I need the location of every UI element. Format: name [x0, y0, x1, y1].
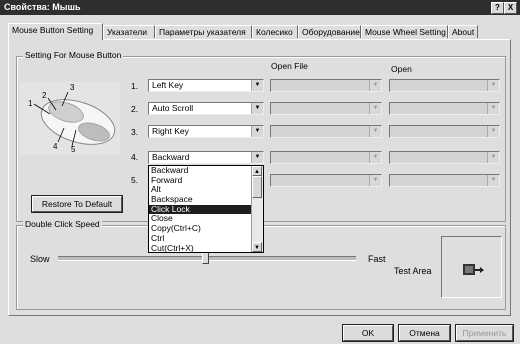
dropdown-arrow-icon[interactable]: ▼	[251, 152, 263, 163]
dropdown-option[interactable]: Backspace	[149, 195, 252, 205]
tab-wheel[interactable]: Колесико	[252, 25, 298, 38]
button-4-action-select[interactable]: Backward ▼	[148, 151, 264, 164]
callout-1: 1	[28, 99, 33, 108]
open-header: Open	[391, 64, 412, 74]
dropdown-arrow-icon[interactable]: ▼	[369, 126, 381, 137]
dropdown-arrow-icon[interactable]: ▼	[487, 80, 499, 91]
close-button[interactable]: X	[504, 2, 517, 14]
window-title: Свойства: Мышь	[4, 2, 81, 12]
dropdown-option[interactable]: Alt	[149, 185, 252, 195]
tab-pointer-options[interactable]: Параметры указателя	[155, 25, 252, 38]
button-1-open-file-select[interactable]: ▼	[270, 79, 382, 92]
dropdown-arrow-icon[interactable]: ▼	[487, 103, 499, 114]
select-value: Auto Scroll	[152, 103, 194, 113]
dropdown-items: Backward Forward Alt Backspace Click Lock Clo…	[149, 166, 252, 253]
row-number: 1.	[131, 81, 139, 91]
dropdown-option[interactable]: Cut(Ctrl+X)	[149, 244, 252, 254]
callout-3: 3	[70, 83, 75, 92]
dropdown-arrow-icon[interactable]: ▼	[251, 126, 263, 137]
mouse-diagram	[20, 82, 120, 155]
mouse-properties-window: Свойства: Мышь ? X Mouse Button Setting …	[0, 0, 520, 344]
jack-in-box-icon	[463, 264, 484, 275]
help-button[interactable]: ?	[491, 2, 504, 14]
button-5-open-select[interactable]: ▼	[389, 174, 500, 187]
button-3-action-select[interactable]: Right Key ▼	[148, 125, 264, 138]
scroll-thumb[interactable]	[252, 176, 262, 198]
dropdown-option[interactable]: Copy(Ctrl+C)	[149, 224, 252, 234]
dropdown-arrow-icon[interactable]: ▼	[251, 103, 263, 114]
button-2-open-select[interactable]: ▼	[389, 102, 500, 115]
dropdown-option[interactable]: Forward	[149, 176, 252, 186]
fast-label: Fast	[368, 254, 386, 264]
button-1-action-select[interactable]: Left Key ▼	[148, 79, 264, 92]
dropdown-option[interactable]: Ctrl	[149, 234, 252, 244]
dropdown-arrow-icon[interactable]: ▼	[487, 152, 499, 163]
callout-4: 4	[53, 142, 58, 151]
dropdown-option[interactable]: Click Lock	[149, 204, 252, 215]
dropdown-option[interactable]: Close	[149, 214, 252, 224]
test-area[interactable]	[441, 236, 502, 298]
button-2-action-select[interactable]: Auto Scroll ▼	[148, 102, 264, 115]
scroll-up-icon[interactable]: ▲	[252, 166, 262, 176]
row-number: 4.	[131, 152, 139, 162]
dropdown-option[interactable]: Backward	[149, 166, 252, 176]
button-3-open-select[interactable]: ▼	[389, 125, 500, 138]
tab-hardware[interactable]: Оборудование	[298, 25, 361, 38]
scroll-down-icon[interactable]: ▼	[252, 242, 262, 252]
slow-label: Slow	[30, 254, 50, 264]
dropdown-arrow-icon[interactable]: ▼	[487, 175, 499, 186]
button-1-open-select[interactable]: ▼	[389, 79, 500, 92]
select-value: Left Key	[152, 80, 184, 90]
button-3-open-file-select[interactable]: ▼	[270, 125, 382, 138]
group-legend: Double Click Speed	[23, 219, 102, 229]
action-dropdown-list[interactable]: Backward Forward Alt Backspace Click Lock Clo…	[148, 165, 264, 253]
dropdown-scrollbar[interactable]: ▲ ▼	[251, 166, 263, 252]
tab-mouse-button-setting[interactable]: Mouse Button Setting	[8, 23, 103, 40]
button-5-open-file-select[interactable]: ▼	[270, 174, 382, 187]
dropdown-arrow-icon[interactable]: ▼	[369, 175, 381, 186]
row-number: 3.	[131, 127, 139, 137]
open-file-header: Open File	[271, 61, 308, 71]
button-2-open-file-select[interactable]: ▼	[270, 102, 382, 115]
group-legend: Setting For Mouse Button	[23, 50, 124, 60]
apply-button[interactable]: Применить	[455, 324, 514, 342]
dropdown-arrow-icon[interactable]: ▼	[369, 103, 381, 114]
row-number: 2.	[131, 104, 139, 114]
callout-5: 5	[71, 145, 76, 154]
dropdown-arrow-icon[interactable]: ▼	[251, 80, 263, 91]
tab-about[interactable]: About	[448, 25, 478, 38]
tab-pointers[interactable]: Указатели	[103, 25, 155, 38]
tab-mouse-wheel-setting[interactable]: Mouse Wheel Setting	[361, 25, 448, 38]
dropdown-arrow-icon[interactable]: ▼	[369, 152, 381, 163]
button-4-open-select[interactable]: ▼	[389, 151, 500, 164]
cancel-button[interactable]: Отмена	[398, 324, 451, 342]
dropdown-arrow-icon[interactable]: ▼	[369, 80, 381, 91]
button-4-open-file-select[interactable]: ▼	[270, 151, 382, 164]
title-bar: Свойства: Мышь ? X	[0, 0, 520, 15]
restore-default-button[interactable]: Restore To Default	[31, 195, 123, 213]
dropdown-arrow-icon[interactable]: ▼	[487, 126, 499, 137]
row-number: 5.	[131, 175, 139, 185]
ok-button[interactable]: OK	[342, 324, 394, 342]
select-value: Backward	[152, 152, 190, 162]
callout-2: 2	[42, 91, 47, 100]
select-value: Right Key	[152, 126, 189, 136]
test-area-label: Test Area	[394, 266, 432, 276]
